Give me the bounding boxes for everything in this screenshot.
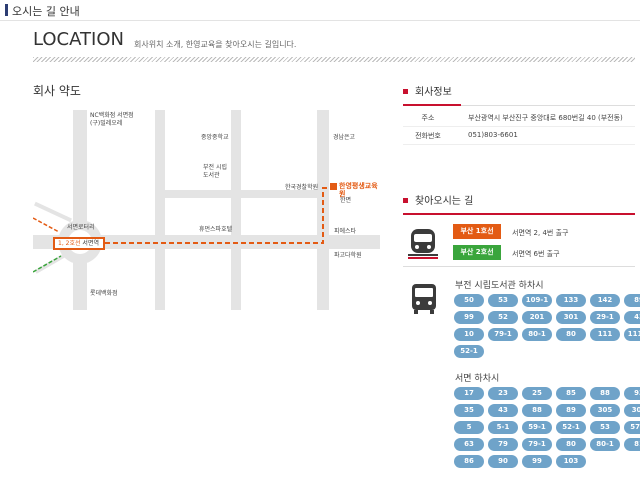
map-label-library: 부전 시립 도서관: [203, 164, 227, 179]
bus-route-pill: 79: [488, 438, 518, 451]
bus-route-pill: 99: [454, 311, 484, 324]
bus-route-pill: 35: [454, 404, 484, 417]
page-description: 회사위치 소개, 한영교육을 찾아오시는 길입니다.: [134, 40, 297, 49]
bus-route-pill: 80: [556, 328, 586, 341]
bus-route-pill: 79-1: [488, 328, 518, 341]
bus-route-pill: 201: [522, 311, 552, 324]
info-key: 전화번호: [415, 132, 441, 140]
bus-route-pill: 80-1: [590, 438, 620, 451]
map-label-college: 파고다학원: [334, 252, 362, 259]
info-divider: [403, 126, 635, 127]
bus-route-pill: 142: [590, 294, 620, 307]
bus-route-pill: 89: [556, 404, 586, 417]
bus-route-pill: 81: [624, 438, 640, 451]
bus-route-pill: 93: [624, 387, 640, 400]
bus-stop-seomyeon-title: 서면 하차시: [455, 374, 500, 384]
map-label-lotte: 롯데백화점: [90, 290, 118, 297]
section-bullet-icon: [403, 197, 408, 203]
bus-route-pill: 86: [454, 455, 484, 468]
bus-route-pill: 52: [488, 311, 518, 324]
bus-route-pill: 10: [454, 328, 484, 341]
bus-route-pill: 111-2: [624, 328, 640, 341]
bus-route-pill: 88: [522, 404, 552, 417]
station-name: 서면역: [82, 240, 99, 247]
info-key: 주소: [421, 114, 435, 122]
company-info-rule: [461, 105, 635, 106]
bus-route-pill: 85: [556, 387, 586, 400]
company-info-underline: [403, 104, 461, 106]
bus-icon: [412, 284, 436, 314]
subway-line-2-desc: 서면역 6번 출구: [512, 250, 560, 258]
bus-route-pill: 133: [556, 294, 586, 307]
bus-route-pill: 89: [624, 294, 640, 307]
section-bullet-icon: [403, 88, 408, 94]
top-bar: 오시는 길 안내: [0, 0, 640, 21]
directions-title: 찾아오시는 길: [403, 192, 473, 207]
bus-route-pill: 29-1: [590, 311, 620, 324]
subway-line-2-badge: 부산 2호선: [453, 245, 501, 260]
breadcrumb: 오시는 길 안내: [12, 5, 80, 18]
bus-route-pill: 99: [522, 455, 552, 468]
bus-route-pill: 23: [488, 387, 518, 400]
bus-route-pill: 43: [488, 404, 518, 417]
map-label-pimestar: 피에스타: [334, 228, 357, 235]
breadcrumb-marker: [5, 4, 8, 16]
station-box: 1, 2호선 서면역: [53, 237, 105, 250]
map-label-rotary: 서면로터리: [67, 224, 95, 231]
train-icon: [408, 229, 438, 259]
bus-route-pill: 5-1: [488, 421, 518, 434]
bus-route-pill: 17: [454, 387, 484, 400]
bus-route-pill: 59-1: [522, 421, 552, 434]
station-line: 1, 2호선: [58, 240, 81, 247]
bus-route-pill: 25: [522, 387, 552, 400]
bus-route-pill: 301: [556, 311, 586, 324]
bus-route-pill: 305: [590, 404, 620, 417]
title-divider: [33, 57, 635, 62]
bus-route-pill: 111: [590, 328, 620, 341]
map-label-hanmyeon: 한면: [340, 197, 352, 204]
bus-route-pill: 80: [556, 438, 586, 451]
info-value: 051)803-6601: [468, 131, 518, 139]
bus-route-pill: 52-1: [556, 421, 586, 434]
bus-route-list-seomyeon: 17 23 25 85 88 93 35 43 88 89 305 306 5 5-1 59-1 52-1 53…: [454, 387, 640, 468]
map-label-school: 중앙중학교: [201, 134, 229, 141]
bus-route-pill: 53: [590, 421, 620, 434]
bus-route-pill: 5: [454, 421, 484, 434]
bus-route-pill: 53: [488, 294, 518, 307]
bus-route-pill: 88: [590, 387, 620, 400]
info-divider: [403, 144, 635, 145]
bus-route-pill: 103: [556, 455, 586, 468]
map-label-company: 한영평생교육원: [339, 182, 378, 198]
bus-stop-library-title: 부전 시립도서관 하차시: [455, 281, 544, 291]
location-map: NC백화점 서면점 (구)밀레오레 중앙중학교 경남은고 부전 시립 도서관 한…: [33, 110, 380, 310]
bus-route-pill: 79-1: [522, 438, 552, 451]
map-label-nc: NC백화점 서면점 (구)밀레오레: [90, 112, 134, 127]
bus-route-pill: 306: [624, 404, 640, 417]
info-value: 부산광역시 부산진구 중앙대로 680번길 40 (부전동): [468, 114, 623, 122]
bus-route-pill: 43: [624, 311, 640, 324]
subway-line-1-desc: 서면역 2, 4번 출구: [512, 229, 569, 237]
company-info-title: 회사정보: [403, 83, 452, 98]
map-label-police: 한국경찰학원: [285, 184, 319, 191]
bus-route-pill: 52-1: [454, 345, 484, 358]
bus-route-pill: 50: [454, 294, 484, 307]
directions-divider: [403, 266, 635, 267]
bus-route-pill: 109-1: [522, 294, 552, 307]
map-label-gyeongnam: 경남은고: [333, 134, 356, 141]
page-title: LOCATION: [33, 29, 124, 50]
bus-route-pill: 57-1: [624, 421, 640, 434]
map-title: 회사 약도: [33, 84, 81, 98]
bus-route-pill: 80-1: [522, 328, 552, 341]
map-label-hotel: 휴먼스파호텔: [199, 226, 233, 233]
bus-route-list-library: 50 53 109-1 133 142 89 99 52 201 301 29-1 43 10 79-1 8…: [454, 294, 640, 358]
bus-route-pill: 63: [454, 438, 484, 451]
directions-underline: [403, 213, 635, 215]
subway-line-1-badge: 부산 1호선: [453, 224, 501, 239]
bus-route-pill: 90: [488, 455, 518, 468]
